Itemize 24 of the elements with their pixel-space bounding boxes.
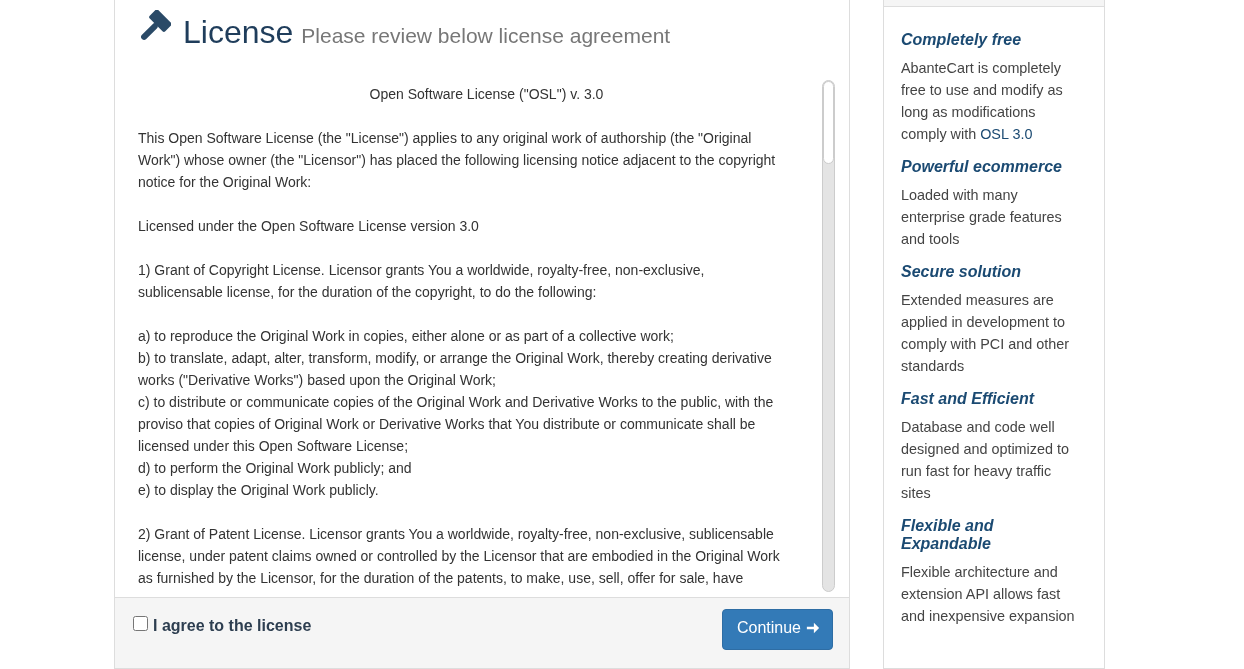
- feature-title: Completely free: [901, 31, 1023, 49]
- page-subtitle: Please review below license agreement: [301, 24, 671, 48]
- feature-title: Powerful ecommerce: [901, 158, 1063, 176]
- continue-button[interactable]: Continue: [721, 609, 833, 650]
- feature-description: AbanteCart is completely free to use and modify as long as modifications comply with OSL 3.0: [901, 59, 1064, 144]
- license-paragraph: This Open Software License (the "License") applies to any original work of authorship (the "Original Work") whose owner (the "Licensor") has placed the following licensing notice adjacent to the copyright notice for the Original Work:: [138, 129, 776, 192]
- agree-label[interactable]: I agree to the license: [153, 617, 312, 635]
- license-paragraph: 2) Grant of Patent License. Licensor grants You a worldwide, royalty-free, non-exclusive, sublicensable license, under patent claims owned or controlled by the Licensor that are embodied in the Original Work as furnished by the Licensor, for the duration of the patents, to make, use, sell, offer for sale, have: [138, 525, 780, 588]
- feature-description: Flexible architecture and extension API allows fast and inexpensive expansion: [901, 563, 1076, 626]
- feature-description: Extended measures are applied in development to comply with PCI and other standards: [901, 291, 1070, 376]
- page-title: License: [183, 14, 294, 51]
- agree-checkbox[interactable]: [133, 615, 148, 631]
- arrow-right-icon: [806, 621, 820, 635]
- feature-title: Fast and Efficient: [901, 390, 1036, 408]
- feature-description: Database and code well designed and optimized to run fast for heavy traffic sites: [901, 418, 1070, 503]
- feature-title: Flexible and Expandable: [901, 517, 995, 553]
- license-paragraph: Licensed under the Open Software License version 3.0: [138, 217, 479, 236]
- license-paragraph: a) to reproduce the Original Work in copies, either alone or as part of a collective work; b) to translate, adapt, alter, transform, modify, or arrange the Original Work, thereby creating derivative works ("Derivative Works") based upon the Original Work; c) to distribute or communicate copies of the Original Work and Derivative Works to the public, with the proviso that copies of Original Work or Derivative Works that You distribute or communicate shall be licensed under this Open Software License; d) to perform the Original Work publicly; and e) to display the Original Work publicly.: [138, 327, 774, 500]
- feature-title: Secure solution: [901, 263, 1023, 281]
- scrollbar[interactable]: [822, 80, 835, 592]
- feature-description: Loaded with many enterprise grade features and tools: [901, 186, 1063, 249]
- license-paragraph: 1) Grant of Copyright License. Licensor grants You a worldwide, royalty-free, non-exclusive, sublicensable license, for the duration of the copyright, to do the following:: [138, 261, 705, 302]
- license-link[interactable]: OSL 3.0: [980, 126, 1033, 142]
- license-heading: Open Software License ("OSL") v. 3.0: [368, 85, 605, 104]
